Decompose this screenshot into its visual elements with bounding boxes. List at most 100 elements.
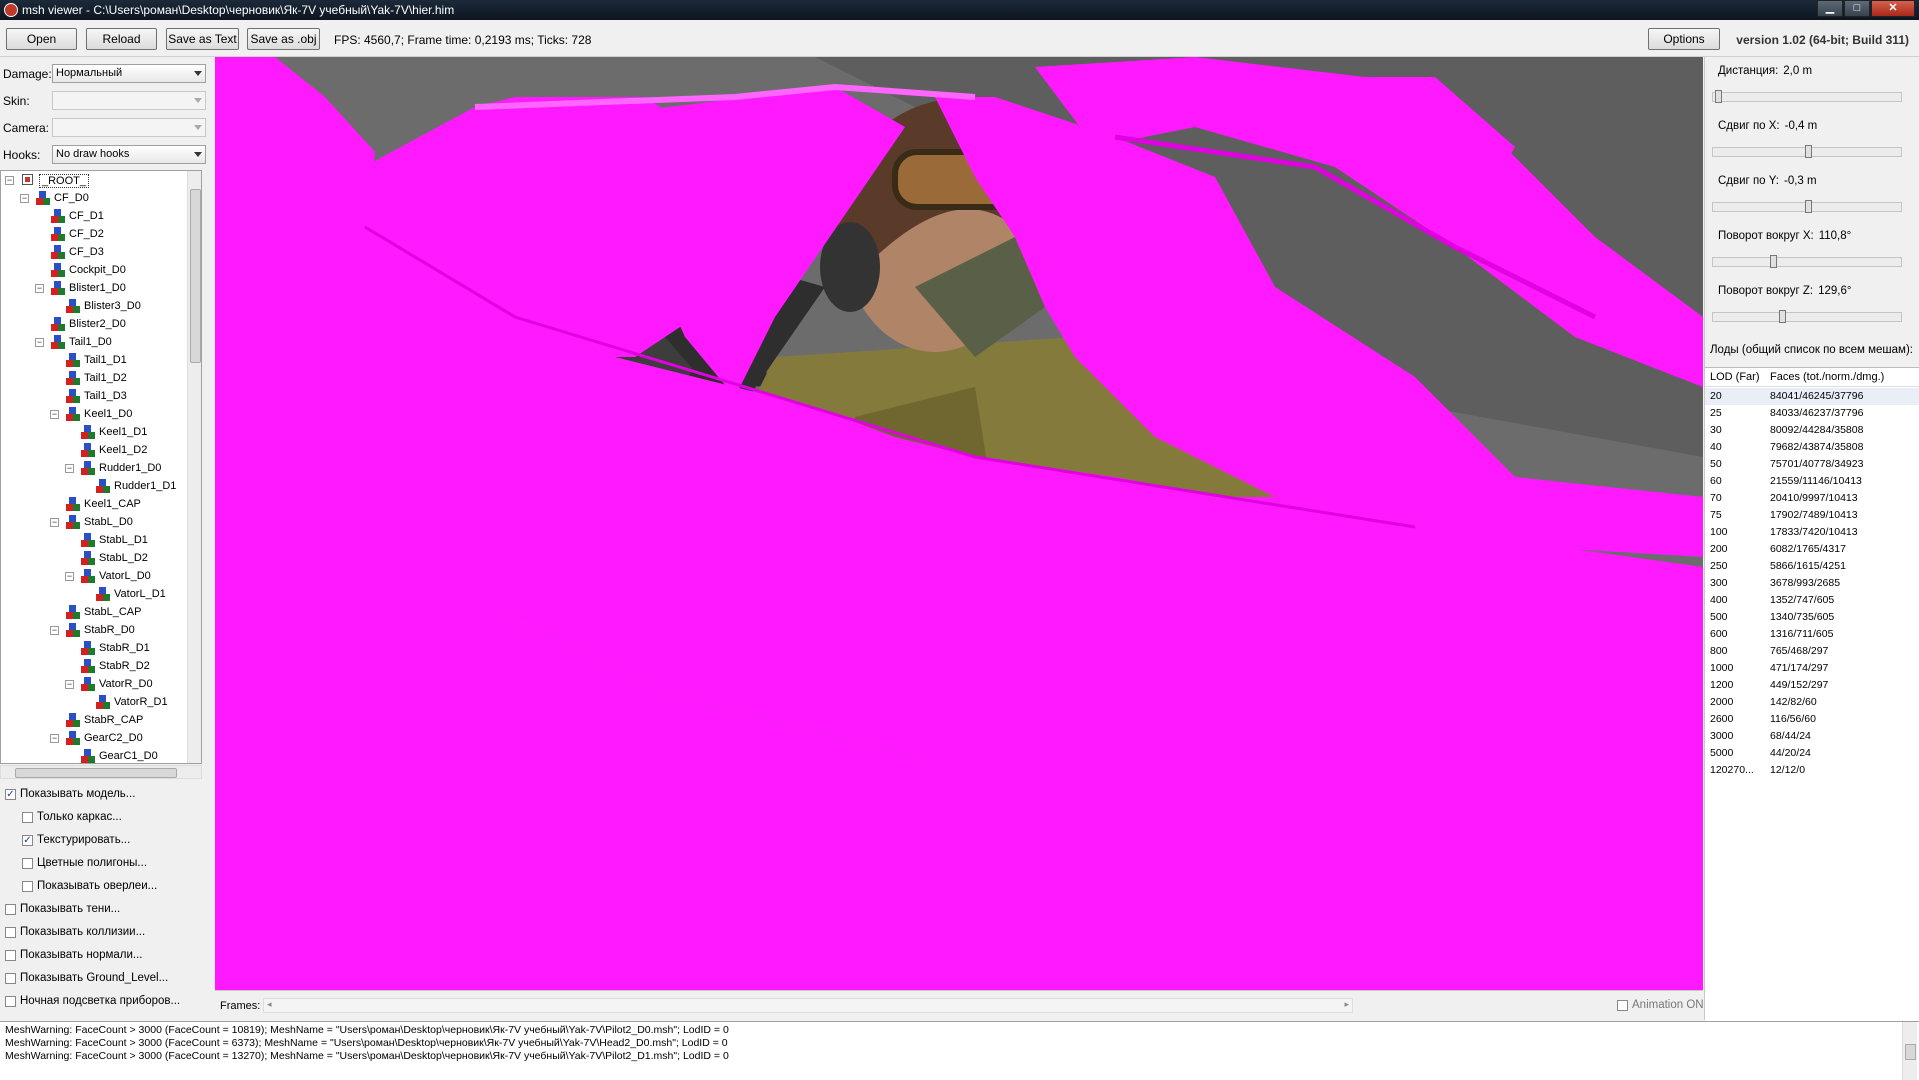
log-line: MeshWarning: FaceCount > 3000 (FaceCount… (5, 1037, 728, 1049)
hooks-select[interactable]: No draw hooks (52, 145, 206, 164)
checkbox-box[interactable] (5, 950, 16, 961)
lod-row[interactable]: 2600 116/56/60 (1705, 711, 1919, 728)
lod-row[interactable]: 60 21559/11146/10413 (1705, 473, 1919, 490)
arrow-right-icon[interactable]: ▸ (1344, 999, 1349, 1010)
slider-track[interactable] (1712, 310, 1902, 323)
checkbox-box[interactable]: ✓ (22, 835, 33, 846)
slider-handle[interactable] (1779, 310, 1786, 323)
checkbox-box[interactable] (5, 996, 16, 1007)
faces-value: 21559/11146/10413 (1770, 475, 1862, 487)
slider-handle[interactable] (1805, 145, 1812, 158)
camera-select[interactable] (52, 118, 206, 137)
tree-collapse-icon[interactable]: − (20, 194, 29, 203)
lod-row[interactable]: 400 1352/747/605 (1705, 592, 1919, 609)
lods-title: Лоды (общий список по всем мешам): (1710, 344, 1913, 356)
open-button[interactable]: Open (6, 28, 77, 50)
lod-row[interactable]: 100 17833/7420/10413 (1705, 524, 1919, 541)
lod-row[interactable]: 1000 471/174/297 (1705, 660, 1919, 677)
lod-value: 1000 (1710, 662, 1734, 674)
scrollbar-thumb[interactable] (1905, 1044, 1916, 1060)
lod-row[interactable]: 120270... 12/12/0 (1705, 762, 1919, 779)
lod-row[interactable]: 800 765/468/297 (1705, 643, 1919, 660)
faces-value: 765/468/297 (1770, 645, 1829, 657)
tree-vertical-scrollbar[interactable] (187, 171, 201, 763)
slider-handle[interactable] (1715, 90, 1722, 103)
lod-value: 5000 (1710, 747, 1734, 759)
tree-collapse-icon[interactable]: − (35, 338, 44, 347)
tree-collapse-icon[interactable]: − (5, 176, 14, 185)
checkbox-box[interactable]: ✓ (5, 789, 16, 800)
slider-track[interactable] (1712, 90, 1902, 103)
damage-select[interactable]: Нормальный (52, 64, 206, 83)
checkbox-box[interactable] (22, 812, 33, 823)
faces-value: 116/56/60 (1770, 713, 1816, 725)
lod-row[interactable]: 70 20410/9997/10413 (1705, 490, 1919, 507)
slider-track[interactable] (1712, 200, 1902, 213)
lod-row[interactable]: 20 84041/46245/37796 (1705, 388, 1919, 405)
message-log[interactable]: MeshWarning: FaceCount > 3000 (FaceCount… (0, 1021, 1919, 1080)
slider-handle[interactable] (1805, 200, 1812, 213)
tree-collapse-icon[interactable]: − (50, 734, 59, 743)
lod-value: 40 (1710, 441, 1722, 453)
checkbox-box[interactable] (22, 881, 33, 892)
lod-row[interactable]: 3000 68/44/24 (1705, 728, 1919, 745)
arrow-left-icon[interactable]: ◂ (267, 999, 272, 1010)
lod-column-header[interactable]: LOD (Far) (1710, 371, 1760, 383)
mesh-node-icon (66, 731, 80, 745)
lod-value: 2000 (1710, 696, 1734, 708)
lod-row[interactable]: 600 1316/711/605 (1705, 626, 1919, 643)
lod-value: 30 (1710, 424, 1722, 436)
checkbox-box[interactable] (22, 858, 33, 869)
lod-value: 250 (1710, 560, 1728, 572)
hierarchy-tree[interactable]: GearC1_D0 − GearC2_D0 StabR_CAP VatorR_D1 − Va… (0, 170, 202, 764)
checkbox-box[interactable] (5, 927, 16, 938)
minimize-button[interactable]: ▁ (1817, 0, 1843, 17)
log-scrollbar[interactable] (1902, 1022, 1917, 1080)
3d-viewport[interactable] (215, 57, 1703, 990)
tree-horizontal-scrollbar[interactable] (0, 765, 202, 779)
lod-row[interactable]: 75 17902/7489/10413 (1705, 507, 1919, 524)
tree-collapse-icon[interactable]: − (50, 626, 59, 635)
lod-table[interactable]: LOD (Far) Faces (tot./norm./dmg.) 20 8404… (1705, 367, 1919, 1021)
slider-handle[interactable] (1770, 255, 1777, 268)
lod-row[interactable]: 300 3678/993/2685 (1705, 575, 1919, 592)
lod-row[interactable]: 500 1340/735/605 (1705, 609, 1919, 626)
lod-row[interactable]: 2000 142/82/60 (1705, 694, 1919, 711)
tree-collapse-icon[interactable]: − (35, 284, 44, 293)
slider-track[interactable] (1712, 255, 1902, 268)
tree-collapse-icon[interactable]: − (65, 680, 74, 689)
lod-row[interactable]: 200 6082/1765/4317 (1705, 541, 1919, 558)
mesh-node-icon (51, 227, 65, 241)
checkbox-box[interactable] (5, 973, 16, 984)
tree-collapse-icon[interactable]: − (65, 464, 74, 473)
scrollbar-thumb[interactable] (15, 768, 177, 778)
close-button[interactable]: ✕ (1871, 0, 1915, 17)
lod-row[interactable]: 250 5866/1615/4251 (1705, 558, 1919, 575)
checkbox-box[interactable] (1617, 1000, 1628, 1011)
slider-label: Поворот вокруг Z: 129,6° (1718, 285, 1851, 297)
frames-scrollbar[interactable]: ◂ ▸ (263, 998, 1353, 1013)
lod-value: 120270... (1710, 764, 1754, 776)
slider-track[interactable] (1712, 145, 1902, 158)
tree-collapse-icon[interactable]: − (50, 410, 59, 419)
tree-collapse-icon[interactable]: − (50, 518, 59, 527)
reload-button[interactable]: Reload (86, 28, 157, 50)
lod-row[interactable]: 1200 449/152/297 (1705, 677, 1919, 694)
skin-select[interactable] (52, 91, 206, 110)
checkbox-box[interactable] (5, 904, 16, 915)
lod-row[interactable]: 40 79682/43874/35808 (1705, 439, 1919, 456)
lod-row[interactable]: 30 80092/44284/35808 (1705, 422, 1919, 439)
lod-row[interactable]: 50 75701/40778/34923 (1705, 456, 1919, 473)
options-button[interactable]: Options (1648, 28, 1720, 50)
faces-column-header[interactable]: Faces (tot./norm./dmg.) (1770, 371, 1884, 383)
save-as-obj-button[interactable]: Save as .obj (247, 28, 320, 50)
maximize-button[interactable]: □ (1844, 0, 1870, 17)
lod-row[interactable]: 25 84033/46237/37796 (1705, 405, 1919, 422)
checkbox-label: Текстурировать... (37, 834, 131, 846)
scrollbar-thumb[interactable] (190, 189, 201, 363)
tree-collapse-icon[interactable]: − (65, 572, 74, 581)
lod-row[interactable]: 5000 44/20/24 (1705, 745, 1919, 762)
checkbox-label: Показывать модель... (20, 788, 136, 800)
save-as-text-button[interactable]: Save as Text (166, 28, 239, 50)
slider-name: Сдвиг по Y: (1718, 175, 1779, 187)
